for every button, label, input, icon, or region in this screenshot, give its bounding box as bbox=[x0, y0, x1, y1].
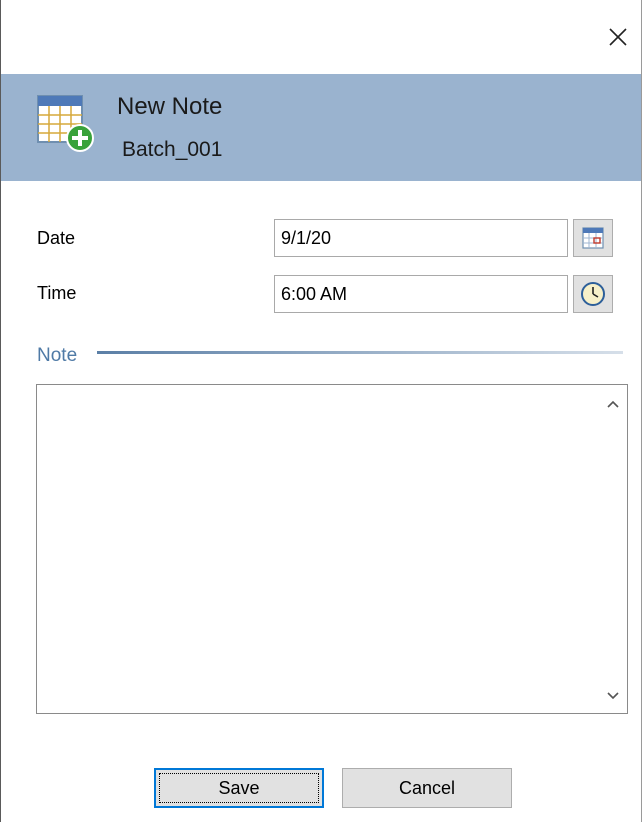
time-input[interactable]: 6:00 AM bbox=[274, 275, 568, 313]
cancel-button-label: Cancel bbox=[398, 777, 456, 798]
date-label: Date bbox=[37, 228, 76, 248]
dialog-header bbox=[1, 74, 641, 181]
note-textarea-container bbox=[36, 384, 628, 714]
calendar-icon bbox=[582, 227, 604, 249]
date-input[interactable]: 9/1/20 bbox=[274, 219, 568, 257]
note-divider bbox=[97, 351, 623, 354]
new-note-dialog: New Note Batch_001 Date 9/1/20 Time 6:00… bbox=[0, 0, 642, 822]
dialog-subtitle: Batch_001 bbox=[122, 138, 223, 161]
chevron-down-icon bbox=[607, 692, 619, 700]
close-button[interactable] bbox=[603, 22, 633, 52]
scroll-up-button[interactable] bbox=[603, 393, 623, 415]
dialog-title: New Note bbox=[117, 93, 223, 120]
save-button[interactable]: Save bbox=[154, 768, 324, 808]
focus-indicator bbox=[159, 773, 319, 803]
chevron-up-icon bbox=[607, 400, 619, 408]
time-label: Time bbox=[37, 283, 77, 303]
note-section-label: Note bbox=[37, 345, 78, 366]
date-picker-button[interactable] bbox=[573, 219, 613, 257]
cancel-button[interactable]: Cancel bbox=[342, 768, 512, 808]
clock-icon bbox=[581, 282, 605, 306]
note-textarea[interactable] bbox=[37, 385, 599, 713]
calendar-add-icon bbox=[37, 95, 94, 152]
close-icon bbox=[609, 28, 627, 46]
time-picker-button[interactable] bbox=[573, 275, 613, 313]
scroll-down-button[interactable] bbox=[603, 685, 623, 707]
title-bar bbox=[1, 0, 641, 74]
